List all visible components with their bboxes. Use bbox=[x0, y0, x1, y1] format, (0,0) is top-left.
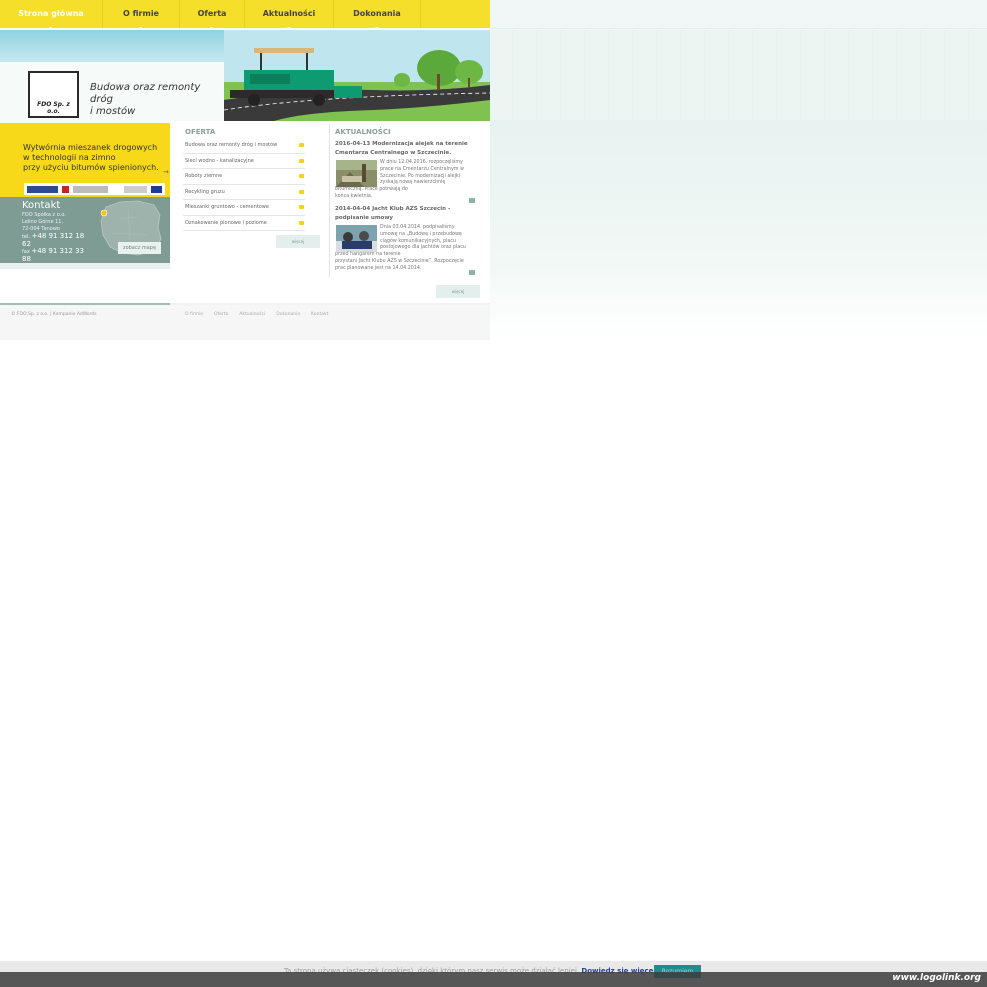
nav-item-about[interactable]: O firmie bbox=[103, 0, 180, 30]
news-read-more-icon[interactable] bbox=[469, 270, 475, 275]
news-excerpt: Dnia 03.04.2014. podpisaliśmy umowę na „… bbox=[335, 225, 466, 271]
watermark-bar: www.logolink.org bbox=[0, 972, 987, 987]
bullet-icon bbox=[299, 143, 304, 147]
offer-item[interactable]: Budowa oraz remonty dróg i mostów bbox=[183, 138, 305, 154]
nav-item-offer[interactable]: Oferta bbox=[180, 0, 245, 30]
paver-road-illustration bbox=[224, 30, 490, 121]
watermark-text: www.logolink.org bbox=[892, 973, 981, 983]
nav-item-home[interactable]: Strona główna bbox=[0, 0, 103, 30]
offer-heading: OFERTA bbox=[185, 128, 216, 136]
nav-item-achievements[interactable]: Dokonania bbox=[334, 0, 421, 30]
offer-item[interactable]: Oznakowanie pionowe i poziome bbox=[183, 216, 305, 231]
offer-item[interactable]: Mieszanki gruntowo - cementowe bbox=[183, 200, 305, 216]
footer-link-news[interactable]: Aktualności bbox=[239, 312, 265, 317]
copyright-text: © FDO Sp. z o.o. | Kampanie AdWords bbox=[11, 312, 97, 317]
page-background bbox=[490, 0, 987, 340]
column-divider bbox=[329, 125, 330, 277]
news-title[interactable]: 2016-04-13 Modernizacja alejek na tereni… bbox=[335, 140, 475, 158]
bullet-icon bbox=[299, 205, 304, 209]
contact-title: Kontakt bbox=[22, 200, 61, 211]
offer-more-button[interactable]: więcej bbox=[276, 235, 320, 248]
bullet-icon bbox=[299, 189, 304, 194]
offer-item[interactable]: Recykling gruzu bbox=[183, 185, 305, 200]
footer: © FDO Sp. z o.o. | Kampanie AdWords O fi… bbox=[0, 305, 490, 340]
offer-item[interactable]: Roboty ziemne bbox=[183, 169, 305, 185]
eu-funding-logos bbox=[24, 183, 165, 195]
footer-link-contact[interactable]: Kontakt bbox=[311, 312, 328, 317]
offer-item[interactable]: Sieci wodno - kanalizacyjne bbox=[183, 154, 305, 169]
nav-item-news[interactable]: Aktualności bbox=[245, 0, 334, 30]
footer-link-achievements[interactable]: Dokonania bbox=[276, 312, 300, 317]
footer-link-about[interactable]: O firmie bbox=[185, 312, 203, 317]
main-navigation: Strona główna O firmie Oferta Aktualnośc… bbox=[0, 0, 490, 30]
site-tagline: Budowa oraz remonty dróg i mostów bbox=[90, 82, 201, 117]
company-logo[interactable]: FDO Sp. z o.o. bbox=[28, 71, 79, 118]
bullet-icon bbox=[299, 158, 304, 163]
contact-box: Kontakt FDO Spółka z o.o. Lelino Górne 1… bbox=[0, 197, 170, 263]
news-read-more-icon[interactable] bbox=[469, 198, 475, 203]
bullet-icon bbox=[299, 174, 304, 178]
see-map-button[interactable]: zobacz mapę bbox=[118, 242, 161, 254]
news-excerpt: W dniu 12.04.2016. rozpoczęliśmy prace n… bbox=[335, 160, 464, 199]
footer-link-offer[interactable]: Oferta bbox=[214, 312, 228, 317]
news-more-button[interactable]: więcej bbox=[436, 285, 480, 298]
arrow-right-icon: → bbox=[163, 168, 169, 176]
bullet-icon bbox=[299, 220, 304, 225]
news-heading: AKTUALNOŚCI bbox=[335, 128, 391, 136]
contact-address: FDO Spółka z o.o. Lelino Górne 11, 72-00… bbox=[22, 212, 66, 232]
offer-list: Budowa oraz remonty dróg i mostów Sieci … bbox=[183, 138, 305, 231]
contact-fax: fax +48 91 312 33 88 bbox=[22, 247, 85, 263]
news-title[interactable]: 2014-04-04 Jacht Klub AZS Szczecin - pod… bbox=[335, 205, 475, 223]
footer-links: O firmie Oferta Aktualności Dokonania Ko… bbox=[185, 312, 328, 317]
contact-phone[interactable]: tel. +48 91 312 18 62 bbox=[22, 232, 84, 248]
header-banner: FDO Sp. z o.o. Budowa oraz remonty dróg … bbox=[0, 30, 490, 121]
